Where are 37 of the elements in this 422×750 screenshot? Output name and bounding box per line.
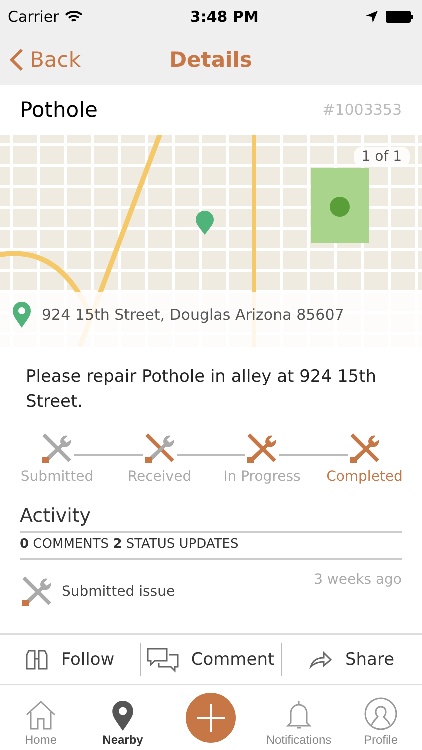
carrier-name: Carrier bbox=[8, 8, 60, 26]
issue-title: Pothole bbox=[20, 98, 98, 122]
address-text: 924 15th Street, Douglas Arizona 85607 bbox=[42, 306, 344, 324]
chevron-left-icon bbox=[10, 48, 24, 72]
battery-icon bbox=[386, 11, 414, 23]
clock-time: 3:48 PM bbox=[190, 8, 259, 26]
plus-icon bbox=[186, 692, 236, 742]
status-step: In Progress bbox=[224, 469, 301, 485]
binoculars-icon bbox=[25, 648, 50, 670]
tab-bar-item[interactable]: Nearby bbox=[82, 685, 164, 750]
location-pin-icon bbox=[111, 701, 135, 731]
issue-description: Please repair Pothole in alley at 924 15th Street. bbox=[25, 366, 378, 414]
home-icon bbox=[24, 699, 58, 731]
location-pin-icon bbox=[12, 302, 32, 328]
wifi-icon bbox=[65, 10, 84, 24]
share-arrow-icon bbox=[309, 650, 334, 668]
follow-button[interactable]: Follow bbox=[0, 635, 140, 684]
map-pager: 1 of 1 bbox=[354, 147, 410, 167]
activity-text: Submitted issue bbox=[62, 584, 176, 600]
share-button[interactable]: Share bbox=[281, 643, 422, 676]
tab-bar-item[interactable]: Home bbox=[0, 685, 82, 750]
comment-button[interactable]: Comment bbox=[140, 643, 281, 676]
activity-heading: Activity bbox=[20, 505, 402, 533]
profile-icon bbox=[364, 697, 398, 731]
tab-bar-item[interactable]: Profile bbox=[340, 685, 422, 750]
status-step: Submitted bbox=[20, 469, 94, 485]
tab-bar-item[interactable]: Notifications bbox=[258, 685, 340, 750]
location-arrow-icon bbox=[366, 11, 378, 23]
activity-summary: 0 COMMENTS 2 STATUS UPDATES bbox=[20, 533, 402, 560]
issue-number: #1003353 bbox=[322, 101, 402, 119]
bell-icon bbox=[283, 699, 315, 731]
status-step: Received bbox=[128, 469, 192, 485]
screen-title: Details bbox=[170, 48, 252, 72]
status-step: Completed bbox=[326, 469, 403, 485]
activity-time: 3 weeks ago bbox=[314, 572, 402, 588]
speech-bubbles-icon bbox=[147, 646, 180, 672]
tools-icon bbox=[20, 576, 54, 608]
